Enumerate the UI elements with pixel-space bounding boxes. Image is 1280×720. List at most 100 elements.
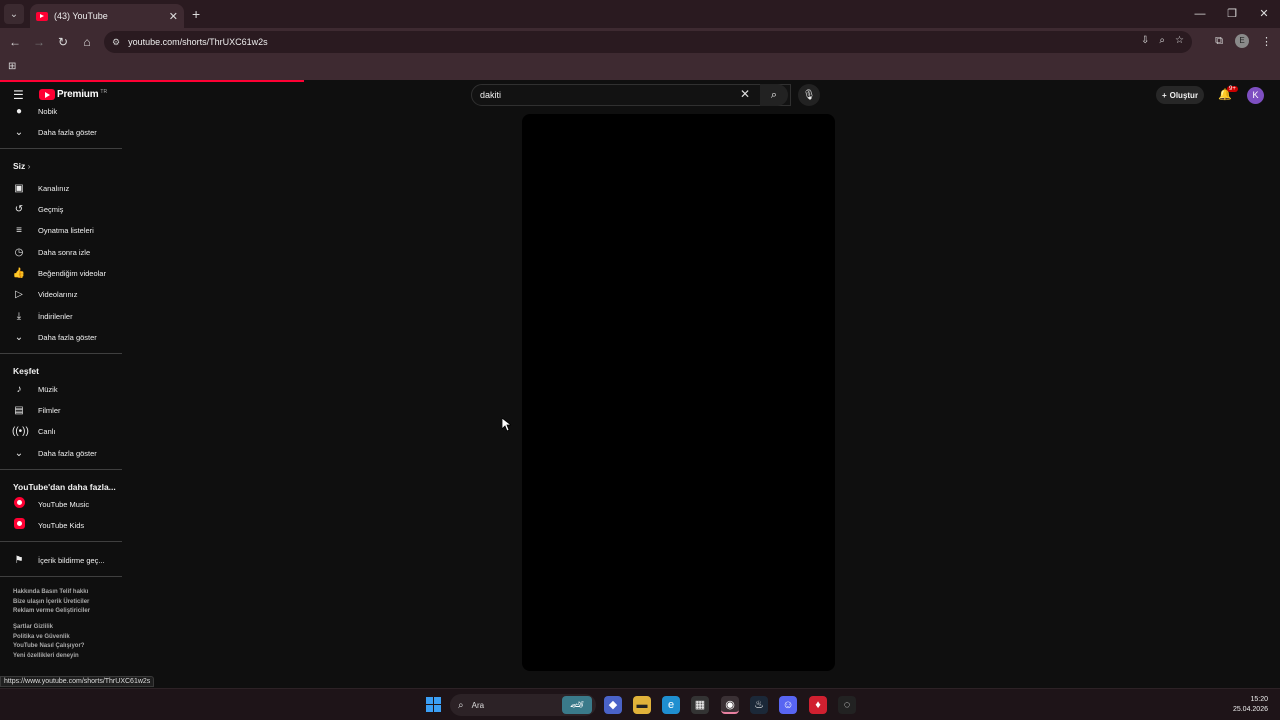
- youtube-favicon-icon: [36, 11, 48, 21]
- game-launcher-icon[interactable]: ♦: [809, 696, 827, 714]
- reload-button[interactable]: ↻: [51, 35, 75, 49]
- search-highlight-icon[interactable]: 🏎: [562, 696, 592, 714]
- site-info-icon[interactable]: ⚙: [112, 37, 120, 48]
- forward-button[interactable]: →: [27, 35, 51, 49]
- search-button[interactable]: ⌕: [760, 84, 788, 106]
- sidebar-item-show-more-explore[interactable]: ⌄ Daha fazla göster: [0, 443, 122, 463]
- browser-profile-avatar[interactable]: E: [1235, 34, 1249, 48]
- windows-start-icon[interactable]: [426, 697, 441, 712]
- create-label: Oluştur: [1169, 90, 1199, 100]
- zoom-icon[interactable]: ⌕: [1159, 35, 1165, 46]
- tab-title: (43) YouTube: [54, 11, 108, 21]
- plus-icon: +: [1161, 90, 1167, 100]
- install-app-icon[interactable]: ⇩: [1141, 35, 1149, 46]
- restore-button[interactable]: ❐: [1216, 0, 1248, 28]
- divider: [0, 148, 122, 149]
- chevron-down-icon: ⌄: [14, 447, 24, 459]
- link-preview-status: https://www.youtube.com/shorts/ThrUXC61w…: [0, 676, 155, 687]
- chevron-down-icon: ⌄: [14, 331, 24, 343]
- edge-icon[interactable]: e: [662, 696, 680, 714]
- logo-region: TR: [100, 88, 108, 95]
- sidebar-item-downloads[interactable]: ⤓ İndirilenler: [0, 306, 122, 326]
- sidebar-subscription-partial[interactable]: ● Nobik: [0, 104, 122, 121]
- sidebar-item-your-videos[interactable]: ▷ Videolarınız: [0, 284, 122, 304]
- sidebar-item-movies[interactable]: ▤ Filmler: [0, 400, 122, 420]
- system-clock[interactable]: 15:20 25.04.2026: [1233, 695, 1268, 715]
- youtube-header: ☰ Premium TR dakiti ✕ ⌕ 🎙 + Oluştur 🔔 9+…: [0, 82, 1280, 110]
- sidebar-item-youtube-music[interactable]: YouTube Music: [0, 494, 122, 514]
- downloads-icon: ⤓: [16, 310, 22, 322]
- chevron-down-icon: ⌄: [14, 126, 24, 138]
- taskbar-search-label: Ara: [471, 700, 485, 710]
- search-query-text: dakiti: [480, 90, 502, 100]
- apps-grid-icon[interactable]: ⊞: [8, 61, 16, 72]
- bookmark-star-icon[interactable]: ☆: [1175, 35, 1184, 46]
- new-tab-button[interactable]: +: [192, 6, 200, 22]
- sidebar-item-liked-videos[interactable]: 👍 Beğendiğim videolar: [0, 263, 122, 283]
- extensions-icon[interactable]: ⧉: [1215, 35, 1223, 48]
- tab-close-icon[interactable]: ✕: [169, 10, 178, 23]
- explore-section-header: Keşfet: [13, 366, 39, 376]
- close-window-button[interactable]: ✕: [1248, 0, 1280, 28]
- movies-icon: ▤: [14, 404, 24, 416]
- footer-line[interactable]: Reklam verme Geliştiriciler: [13, 607, 90, 617]
- browser-tab-active[interactable]: (43) YouTube ✕: [30, 4, 184, 28]
- footer-line[interactable]: Politika ve Güvenlik: [13, 633, 84, 643]
- sidebar-item-your-channel[interactable]: ▣ Kanalınız: [0, 178, 122, 198]
- flag-icon: ⚑: [14, 554, 24, 566]
- youtube-logo[interactable]: Premium TR: [39, 89, 107, 100]
- voice-search-button[interactable]: 🎙: [798, 84, 820, 106]
- sidebar-item-report-history[interactable]: ⚑ İçerik bildirme geç...: [0, 550, 122, 570]
- your-videos-icon: ▷: [15, 288, 23, 300]
- divider: [0, 576, 122, 577]
- sidebar-item-music[interactable]: ♪ Müzik: [0, 379, 122, 399]
- clear-search-icon[interactable]: ✕: [740, 87, 750, 101]
- divider: [0, 353, 122, 354]
- home-button[interactable]: ⌂: [75, 35, 99, 49]
- footer-line[interactable]: Şartlar Gizlilik: [13, 623, 84, 633]
- live-icon: ((•)): [12, 425, 29, 437]
- more-from-youtube-header: YouTube'dan daha fazla...: [13, 482, 116, 492]
- store-icon[interactable]: ▦: [691, 696, 709, 714]
- channel-avatar-icon: ●: [15, 105, 23, 117]
- show-more-subscriptions[interactable]: ⌄ Daha fazla göster: [0, 122, 122, 142]
- shorts-video-player[interactable]: [522, 114, 835, 671]
- browser-menu-icon[interactable]: ⋮: [1261, 35, 1272, 48]
- minimize-button[interactable]: —: [1184, 0, 1216, 28]
- copilot-icon[interactable]: ◆: [604, 696, 622, 714]
- clock-date: 25.04.2026: [1232, 706, 1268, 713]
- steam-icon[interactable]: ♨: [750, 696, 768, 714]
- browser-tab-strip: ⌄ (43) YouTube ✕ + — ❐ ✕: [0, 0, 1280, 28]
- clock-time: 15:20: [1250, 696, 1268, 703]
- sidebar-item-playlists[interactable]: ≡ Oynatma listeleri: [0, 220, 122, 240]
- file-explorer-icon[interactable]: ▬: [633, 696, 651, 714]
- sidebar-item-watch-later[interactable]: ◷ Daha sonra izle: [0, 242, 122, 262]
- footer-line[interactable]: Hakkında Basın Telif hakkı: [13, 588, 90, 598]
- tab-search-button[interactable]: ⌄: [4, 4, 24, 24]
- address-bar[interactable]: ⚙ youtube.com/shorts/ThrUXC61w2s ⇩ ⌕ ☆: [104, 31, 1192, 53]
- footer-links-primary: Hakkında Basın Telif hakkı Bize ulaşın İ…: [13, 588, 90, 617]
- footer-line[interactable]: Bize ulaşın İçerik Üreticiler: [13, 598, 90, 608]
- footer-line[interactable]: Yeni özellikleri deneyin: [13, 652, 84, 662]
- guide-sidebar: ● Nobik ⌄ Daha fazla göster Siz › ▣ Kana…: [0, 104, 122, 678]
- discord-icon[interactable]: ☺: [779, 696, 797, 714]
- watch-later-icon: ◷: [14, 246, 24, 258]
- app-icon[interactable]: ◌: [838, 696, 856, 714]
- account-avatar[interactable]: K: [1247, 87, 1264, 104]
- sidebar-item-live[interactable]: ((•)) Canlı: [0, 421, 122, 441]
- back-button[interactable]: ←: [3, 35, 27, 49]
- divider: [0, 469, 122, 470]
- logo-text: Premium: [57, 89, 99, 100]
- hamburger-menu-icon[interactable]: ☰: [13, 88, 24, 102]
- youtube-kids-icon: [12, 518, 26, 532]
- footer-line[interactable]: YouTube Nasıl Çalışıyor?: [13, 642, 84, 652]
- sidebar-item-history[interactable]: ↺ Geçmiş: [0, 199, 122, 219]
- sidebar-item-show-more-you[interactable]: ⌄ Daha fazla göster: [0, 327, 122, 347]
- url-text: youtube.com/shorts/ThrUXC61w2s: [128, 37, 268, 47]
- create-button[interactable]: + Oluştur: [1156, 86, 1204, 104]
- you-section-header[interactable]: Siz ›: [13, 161, 31, 171]
- window-controls: — ❐ ✕: [1184, 0, 1280, 28]
- chrome-icon[interactable]: ◉: [721, 696, 739, 714]
- music-icon: ♪: [16, 383, 22, 395]
- sidebar-item-youtube-kids[interactable]: YouTube Kids: [0, 515, 122, 535]
